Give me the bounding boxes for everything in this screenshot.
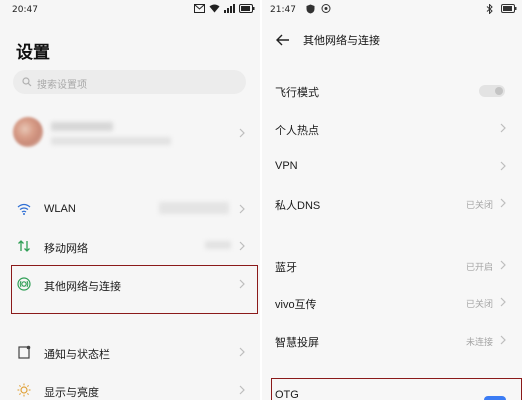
chevron-right-icon [499, 198, 507, 208]
settings-item-label: 智慧投屏 [275, 337, 319, 349]
status-time: 21:47 [270, 5, 296, 15]
item-status: 已关闭 [465, 200, 493, 210]
status-icons [194, 4, 255, 14]
battery-icon [501, 4, 517, 14]
settings-item-label: 飞行模式 [275, 87, 319, 99]
back-arrow-icon[interactable] [276, 33, 290, 51]
airplane-mode-toggle[interactable] [479, 85, 505, 97]
signal-icon [224, 4, 235, 14]
chevron-right-icon [238, 347, 246, 357]
highlight-frame [11, 265, 258, 314]
notification-icon [17, 345, 31, 359]
settings-screen: 20:47 设置 搜索设置项 WLAN 移动网络 其他网络与连接 通知与状态栏 … [0, 0, 260, 400]
wlan-ssid-blurred [159, 202, 229, 214]
account-detail-blurred [51, 137, 171, 145]
settings-item-label: 通知与状态栏 [44, 349, 110, 361]
wifi-status-icon [209, 4, 220, 14]
settings-item-notifications[interactable]: 通知与状态栏 [13, 337, 248, 367]
settings-item-hotspot[interactable]: 个人热点 [273, 113, 513, 143]
settings-item-label: VPN [275, 160, 298, 172]
avatar [13, 117, 43, 147]
status-icons [486, 3, 517, 15]
settings-item-label: vivo互传 [275, 299, 317, 311]
search-placeholder: 搜索设置项 [37, 80, 87, 91]
message-icon [321, 4, 332, 14]
chevron-right-icon [238, 385, 246, 395]
settings-item-label: 显示与亮度 [44, 387, 99, 399]
item-status: 已关闭 [465, 299, 493, 309]
item-status: 已开启 [465, 262, 493, 272]
settings-item-vpn[interactable]: VPN [273, 151, 513, 181]
account-name-blurred [51, 122, 113, 131]
wifi-icon [17, 202, 31, 216]
shield-icon [306, 4, 317, 14]
battery-icon [239, 4, 255, 14]
settings-item-screen-cast[interactable]: 智慧投屏 未连接 [273, 325, 513, 355]
highlight-frame [271, 378, 522, 400]
carrier-blurred [205, 241, 231, 249]
settings-item-vivo-share[interactable]: vivo互传 已关闭 [273, 287, 513, 317]
page-title: 设置 [16, 43, 50, 62]
search-icon [22, 77, 32, 87]
settings-item-bluetooth[interactable]: 蓝牙 已开启 [273, 250, 513, 280]
mobile-data-icon [17, 239, 31, 253]
status-time: 20:47 [12, 5, 38, 15]
settings-item-label: WLAN [44, 203, 76, 215]
account-row[interactable] [13, 117, 248, 155]
settings-item-label: 私人DNS [275, 200, 321, 212]
settings-item-label: 移动网络 [44, 243, 88, 255]
status-bar: 21:47 [262, 0, 522, 22]
page-title: 其他网络与连接 [303, 35, 380, 47]
chevron-right-icon [499, 161, 507, 171]
chevron-right-icon [499, 335, 507, 345]
settings-item-label: 个人热点 [275, 125, 319, 137]
search-input[interactable]: 搜索设置项 [13, 70, 246, 94]
mail-icon [194, 4, 205, 14]
settings-item-private-dns[interactable]: 私人DNS 已关闭 [273, 188, 513, 218]
settings-item-display[interactable]: 显示与亮度 [13, 375, 248, 400]
chevron-right-icon [238, 241, 246, 251]
status-bar: 20:47 [0, 0, 260, 22]
item-status: 未连接 [465, 337, 493, 347]
chevron-right-icon [499, 123, 507, 133]
settings-item-mobile-network[interactable]: 移动网络 [13, 231, 248, 261]
settings-item-airplane-mode[interactable]: 飞行模式 [273, 75, 513, 105]
chevron-right-icon [238, 204, 246, 214]
chevron-right-icon [499, 260, 507, 270]
status-left-icons [306, 4, 332, 14]
chevron-right-icon [499, 297, 507, 307]
settings-item-label: 蓝牙 [275, 262, 297, 274]
chevron-right-icon [238, 128, 246, 138]
brightness-icon [17, 383, 31, 397]
bluetooth-icon [486, 3, 497, 15]
settings-item-wlan[interactable]: WLAN [13, 194, 248, 224]
